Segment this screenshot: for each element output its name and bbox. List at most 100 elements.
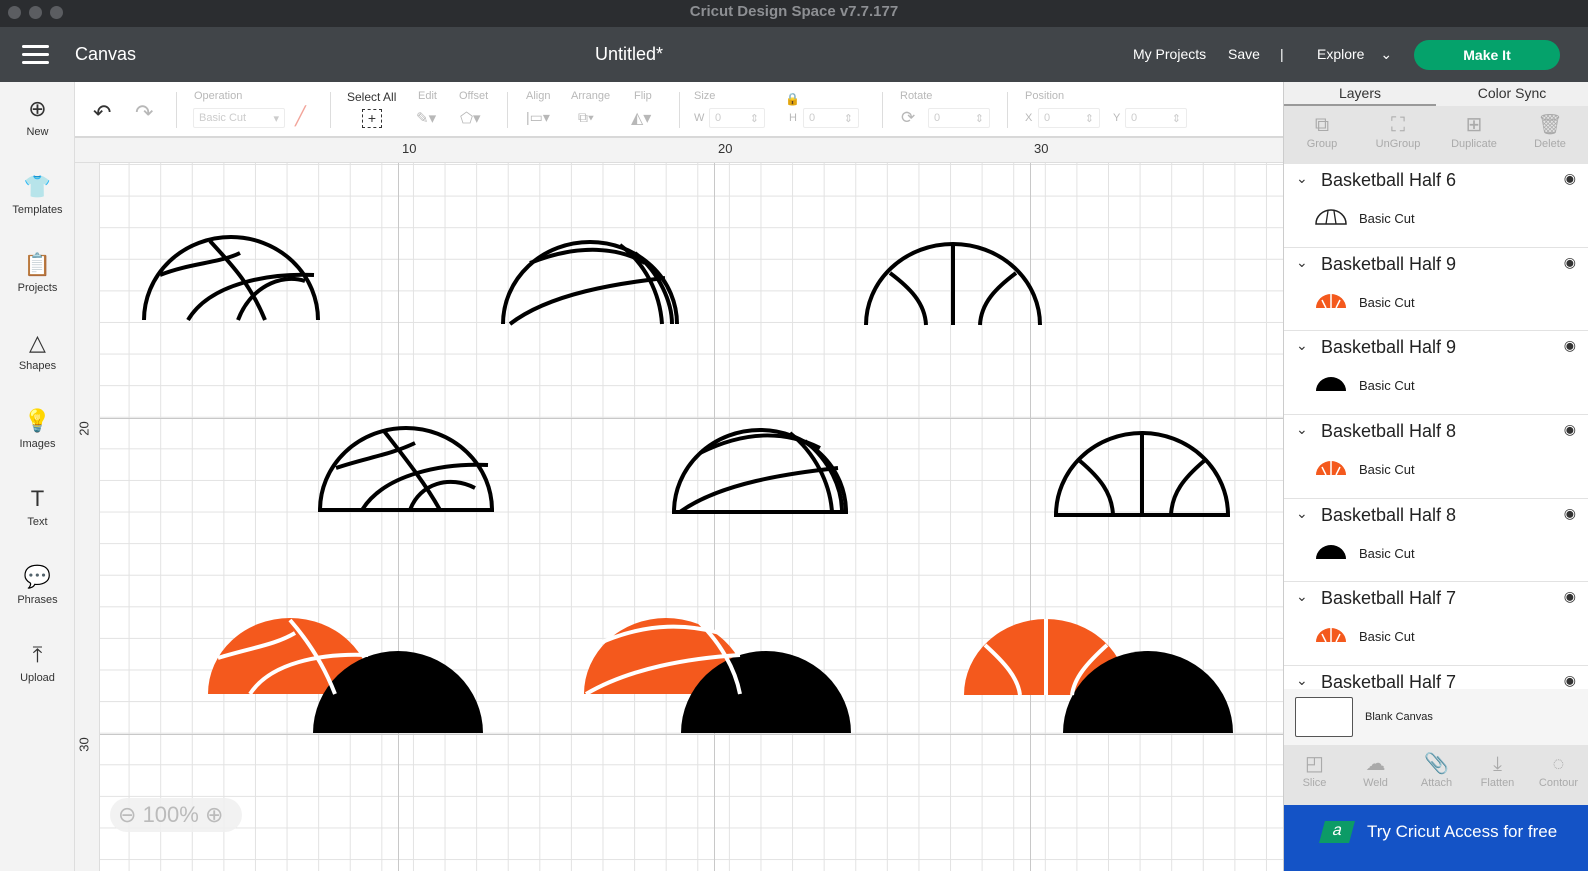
tab-layers[interactable]: Layers (1284, 82, 1436, 106)
layer-operation[interactable]: Basic Cut (1359, 462, 1415, 477)
text-icon: T (30, 486, 45, 511)
basketball-half-closed-c[interactable] (1053, 431, 1231, 517)
redo-icon[interactable]: ↷ (135, 100, 153, 126)
blank-canvas-row[interactable]: Blank Canvas (1284, 689, 1588, 745)
design-canvas[interactable]: ⊖ 100% ⊕ (100, 163, 1283, 871)
align-icon[interactable]: |▭▾ (526, 109, 550, 126)
layer-group[interactable]: ⌄ Basketball Half 8 ◉ Basic Cut (1284, 415, 1588, 499)
offset-icon[interactable]: ⬠▾ (460, 109, 481, 127)
chevron-down-icon[interactable]: ⌄ (1296, 588, 1308, 605)
slice-button[interactable]: ◰ Slice (1284, 745, 1345, 805)
contour-button[interactable]: ◌ Contour (1528, 745, 1588, 805)
sidebar-item-text[interactable]: T Text (0, 486, 75, 528)
chevron-down-icon[interactable]: ⌄ (1296, 421, 1308, 438)
zoom-in-button[interactable]: ⊕ (205, 802, 223, 827)
layer-group[interactable]: ⌄ Basketball Half 9 ◉ Basic Cut (1284, 331, 1588, 416)
maximize-window-button[interactable] (50, 6, 63, 19)
eye-icon[interactable]: ◉ (1564, 170, 1576, 187)
basketball-half-outline-b[interactable] (501, 240, 679, 326)
document-title: Untitled* (594, 44, 664, 64)
basketball-half-closed-b[interactable] (671, 428, 849, 514)
close-window-button[interactable] (8, 6, 21, 19)
layer-operation[interactable]: Basic Cut (1359, 211, 1415, 226)
tool-label: Flatten (1480, 777, 1515, 789)
lock-icon[interactable]: 🔒 (785, 92, 800, 106)
eye-icon[interactable]: ◉ (1564, 588, 1576, 605)
x-input[interactable]: 0 ⇕ (1038, 108, 1100, 128)
ruler-label: 20 (76, 421, 92, 436)
layer-operation[interactable]: Basic Cut (1359, 629, 1415, 644)
width-label: W (694, 112, 705, 124)
slice-icon: ◰ (1305, 753, 1324, 775)
eye-icon[interactable]: ◉ (1564, 672, 1576, 689)
cricut-access-label: Try Cricut Access for free (1367, 822, 1558, 841)
make-it-button[interactable]: Make It (1414, 40, 1560, 70)
layer-group[interactable]: ⌄ Basketball Half 9 ◉ Basic Cut (1284, 248, 1588, 332)
height-input[interactable]: 0 ⇕ (803, 108, 859, 128)
save-button[interactable]: Save (1228, 46, 1260, 62)
layer-operation[interactable]: Basic Cut (1359, 378, 1415, 393)
chevron-down-icon[interactable]: ⌄ (1296, 337, 1308, 354)
flip-label: Flip (634, 90, 652, 102)
edit-pencil-icon[interactable]: ✎▾ (416, 109, 436, 127)
undo-icon[interactable]: ↶ (93, 100, 111, 126)
sidebar-item-shapes[interactable]: △ Shapes (0, 330, 75, 372)
chevron-down-icon[interactable]: ⌄ (1296, 505, 1308, 522)
sidebar-item-templates[interactable]: 👕 Templates (0, 174, 75, 216)
weld-button[interactable]: ☁ Weld (1345, 745, 1406, 805)
layer-operation[interactable]: Basic Cut (1359, 546, 1415, 561)
ruler-label: 30 (76, 737, 92, 752)
sidebar-item-new[interactable]: ⊕ New (0, 96, 75, 138)
speech-bubble-icon: 💬 (23, 564, 52, 589)
width-input[interactable]: 0 ⇕ (709, 108, 765, 128)
clipboard-icon: 📋 (23, 252, 52, 277)
layer-group[interactable]: ⌄ Basketball Half 6 ◉ Basic Cut (1284, 164, 1588, 248)
rotate-input[interactable]: 0 ⇕ (928, 108, 990, 128)
select-all-button[interactable]: + (362, 109, 382, 128)
linetype-color-icon[interactable]: ╱ (295, 106, 306, 127)
explore-dropdown[interactable]: Explore ⌄ (1317, 46, 1392, 63)
eye-icon[interactable]: ◉ (1564, 505, 1576, 522)
sidebar-item-phrases[interactable]: 💬 Phrases (0, 564, 75, 606)
explore-label: Explore (1317, 46, 1365, 62)
layer-thumbnail (1314, 375, 1348, 393)
arrange-icon[interactable]: ⧉▾ (578, 109, 594, 126)
zoom-out-button[interactable]: ⊖ (118, 802, 136, 827)
y-input[interactable]: 0 ⇕ (1125, 108, 1187, 128)
sidebar-item-projects[interactable]: 📋 Projects (0, 252, 75, 294)
flip-icon[interactable]: ◭▾ (631, 108, 651, 128)
width-value: 0 (715, 112, 722, 124)
eye-icon[interactable]: ◉ (1564, 337, 1576, 354)
eye-icon[interactable]: ◉ (1564, 254, 1576, 271)
basketball-half-closed-a[interactable] (317, 426, 495, 512)
blank-canvas-swatch[interactable] (1295, 697, 1353, 737)
minimize-window-button[interactable] (29, 6, 42, 19)
ungroup-button[interactable]: ⛶ UnGroup (1360, 106, 1436, 164)
basketball-half-outline-c[interactable] (864, 242, 1042, 326)
layer-group[interactable]: ⌄ Basketball Half 7 ◉ Basic Cut (1284, 582, 1588, 667)
group-button[interactable]: ⧉ Group (1284, 106, 1360, 164)
tool-label: UnGroup (1375, 138, 1421, 150)
flatten-button[interactable]: ⤓ Flatten (1467, 745, 1528, 805)
layer-operation[interactable]: Basic Cut (1359, 295, 1415, 310)
sidebar-item-upload[interactable]: ⤒ Upload (0, 642, 75, 684)
cricut-access-banner[interactable]: a Try Cricut Access for free (1284, 805, 1588, 871)
sidebar-item-images[interactable]: 💡 Images (0, 408, 75, 450)
chevron-down-icon[interactable]: ⌄ (1296, 254, 1308, 271)
tab-color-sync[interactable]: Color Sync (1436, 82, 1588, 106)
window-title: Cricut Design Space v7.7.177 (689, 3, 899, 20)
delete-button[interactable]: 🗑 Delete (1512, 106, 1588, 164)
app-header: Canvas Untitled* My Projects Save | Expl… (0, 27, 1588, 82)
layer-name: Basketball Half 8 (1321, 421, 1457, 442)
duplicate-button[interactable]: ⊞ Duplicate (1436, 106, 1512, 164)
operation-select[interactable]: Basic Cut ▾ (193, 108, 285, 128)
chevron-down-icon[interactable]: ⌄ (1296, 170, 1308, 187)
tool-label: Slice (1302, 777, 1327, 789)
chevron-down-icon[interactable]: ⌄ (1296, 672, 1308, 689)
my-projects-link[interactable]: My Projects (1133, 46, 1206, 62)
eye-icon[interactable]: ◉ (1564, 421, 1576, 438)
basketball-half-outline-a[interactable] (142, 235, 320, 322)
attach-button[interactable]: 📎 Attach (1406, 745, 1467, 805)
layer-group[interactable]: ⌄ Basketball Half 8 ◉ Basic Cut (1284, 499, 1588, 583)
contour-icon: ◌ (1552, 753, 1565, 775)
